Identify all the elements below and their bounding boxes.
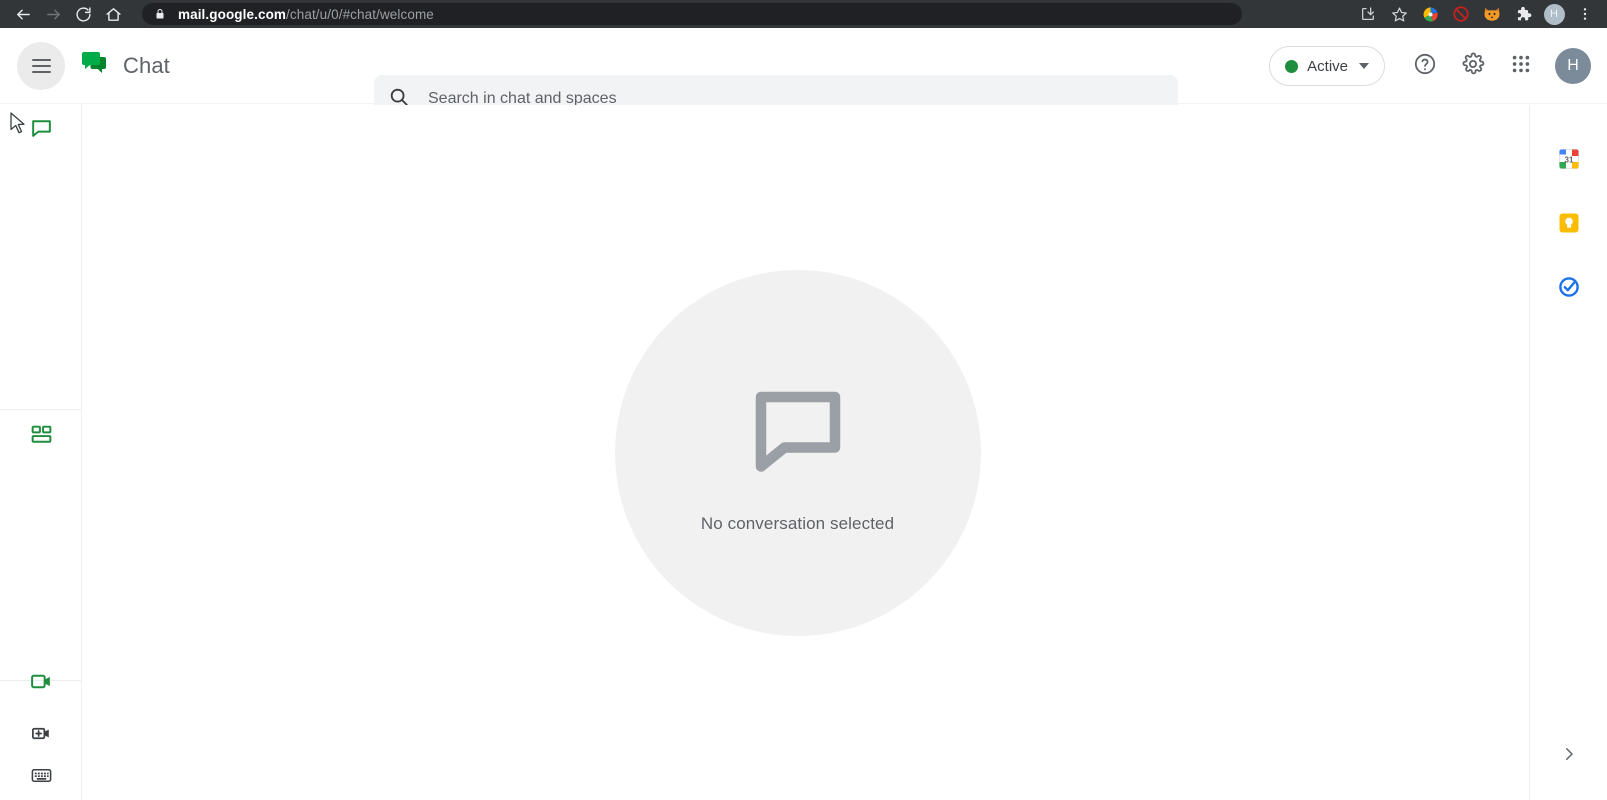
puzzle-extensions-icon[interactable] <box>1509 1 1537 27</box>
url-path: /chat/u/0/#chat/welcome <box>286 6 434 22</box>
gear-icon <box>1461 52 1485 81</box>
side-panel-keep[interactable] <box>1530 193 1607 257</box>
video-camera-plus-icon <box>30 722 53 750</box>
fox-extension-icon[interactable] <box>1478 1 1506 27</box>
sidebar-item-join-with-code[interactable] <box>0 756 82 800</box>
left-navigation-rail <box>0 104 82 800</box>
sidebar-item-spaces[interactable] <box>0 410 82 464</box>
browser-forward-button[interactable] <box>38 1 68 27</box>
side-panel: 31 <box>1529 105 1607 800</box>
avatar[interactable]: H <box>1555 48 1591 84</box>
adblock-extension-icon[interactable] <box>1447 1 1475 27</box>
app-header: Chat Active <box>0 28 1607 123</box>
hamburger-icon <box>31 58 51 73</box>
sidebar-item-meet[interactable] <box>0 653 82 715</box>
bookmark-star-icon[interactable] <box>1385 1 1413 27</box>
side-panel-calendar[interactable]: 31 <box>1530 129 1607 193</box>
color-swirl-extension-icon[interactable] <box>1416 1 1444 27</box>
chat-bubble-icon <box>29 116 54 146</box>
keyboard-icon <box>30 764 53 792</box>
address-bar-url: mail.google.com/chat/u/0/#chat/welcome <box>178 7 434 22</box>
browser-toolbar: mail.google.com/chat/u/0/#chat/welcome H <box>0 0 1607 28</box>
browser-home-button[interactable] <box>98 1 128 27</box>
browser-back-button[interactable] <box>8 1 38 27</box>
install-app-icon[interactable] <box>1354 1 1382 27</box>
google-keep-icon <box>1557 211 1581 240</box>
apps-grid-icon <box>1510 53 1532 80</box>
google-chat-logo-icon <box>79 48 109 83</box>
help-circle-icon <box>1413 52 1437 81</box>
url-host: mail.google.com <box>178 6 287 22</box>
side-panel-expand-button[interactable] <box>1530 736 1607 776</box>
browser-profile-initial: H <box>1543 3 1565 25</box>
main-menu-button[interactable] <box>17 41 65 90</box>
browser-reload-button[interactable] <box>68 1 98 27</box>
help-button[interactable] <box>1403 44 1447 88</box>
google-apps-button[interactable] <box>1499 44 1543 88</box>
main-content-area: No conversation selected <box>83 105 1512 800</box>
sidebar-item-new-meeting[interactable] <box>0 715 82 756</box>
rail-group-primary <box>0 104 82 158</box>
browser-menu-button[interactable] <box>1571 1 1599 27</box>
status-active-dot-icon <box>1285 59 1299 73</box>
lock-icon <box>154 7 168 21</box>
browser-profile-avatar[interactable]: H <box>1540 1 1568 27</box>
google-tasks-icon <box>1557 275 1581 304</box>
svg-text:31: 31 <box>1565 155 1574 164</box>
page-title: Chat <box>123 52 170 78</box>
address-bar[interactable]: mail.google.com/chat/u/0/#chat/welcome <box>142 3 1242 25</box>
settings-button[interactable] <box>1451 44 1495 88</box>
sidebar-item-chat[interactable] <box>0 104 82 158</box>
avatar-initial: H <box>1567 57 1579 74</box>
video-camera-icon <box>29 669 54 699</box>
empty-state-text: No conversation selected <box>700 514 895 533</box>
google-calendar-icon: 31 <box>1557 147 1581 176</box>
chevron-right-icon <box>1560 745 1578 768</box>
google-chat-app: Chat Active <box>0 28 1607 800</box>
rail-group-spaces <box>0 410 82 464</box>
empty-state: No conversation selected <box>614 269 981 636</box>
chevron-down-icon <box>1359 63 1369 69</box>
rail-group-meet <box>0 653 82 800</box>
spaces-grid-icon <box>29 422 54 452</box>
status-label: Active <box>1307 57 1348 75</box>
side-panel-tasks[interactable] <box>1530 257 1607 321</box>
browser-action-icons: H <box>1354 1 1599 27</box>
status-badge[interactable]: Active <box>1269 46 1385 86</box>
chat-bubble-outline-icon <box>738 371 858 496</box>
header-controls: Active H <box>1269 28 1591 104</box>
